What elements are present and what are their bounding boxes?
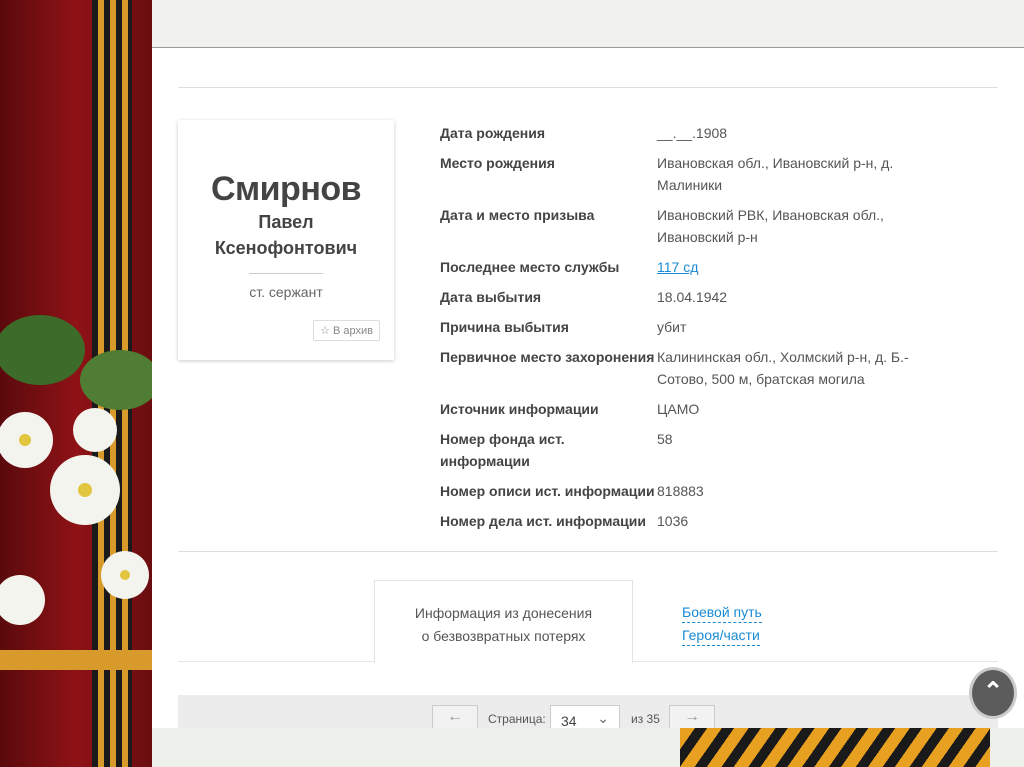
tab-combat-path[interactable]: Боевой путь Героя/части bbox=[682, 601, 762, 647]
star-icon: ☆ bbox=[320, 325, 330, 337]
detail-label: Номер дела ист. информации bbox=[440, 513, 646, 529]
detail-label: Дата выбытия bbox=[440, 289, 542, 305]
detail-row: Источник информации ЦАМО bbox=[440, 398, 960, 420]
detail-label: Последнее место службы bbox=[440, 259, 620, 275]
detail-value: 117 сд bbox=[657, 256, 960, 278]
detail-row: Номер дела ист. информации 1036 bbox=[440, 510, 960, 532]
flowers-image bbox=[0, 315, 152, 670]
detail-row: Первичное место захоронения Калининская о… bbox=[440, 346, 960, 390]
scroll-to-top-button[interactable]: ⌃ bbox=[969, 667, 1017, 719]
top-bar bbox=[152, 0, 1024, 48]
archive-button-label: В архив bbox=[333, 325, 373, 337]
details-list: Дата рождения __.__.1908 Место рождения Ива… bbox=[440, 122, 960, 540]
detail-label: Дата и место призыва bbox=[440, 207, 595, 223]
rank: ст. сержант bbox=[249, 284, 323, 300]
detail-value: 18.04.1942 bbox=[657, 289, 728, 305]
divider bbox=[178, 87, 998, 88]
page-select[interactable]: 34 ⌄ bbox=[550, 705, 620, 729]
decorative-background bbox=[0, 0, 152, 767]
patronymic: Ксенофонтович bbox=[214, 238, 358, 258]
detail-row: Дата рождения __.__.1908 bbox=[440, 122, 960, 144]
detail-row: Дата и место призыва Ивановский РВК, Иван… bbox=[440, 204, 960, 248]
detail-row: Последнее место службы 117 сд bbox=[440, 256, 960, 278]
surname: Смирнов bbox=[210, 170, 362, 208]
detail-value: 58 bbox=[657, 431, 673, 447]
chevron-down-icon: ⌄ bbox=[597, 710, 609, 726]
tabs: Информация из донесения о безвозвратных … bbox=[178, 580, 998, 663]
pagination: ← Страница: 34 ⌄ из 35 → bbox=[178, 695, 998, 729]
page-current: 34 bbox=[561, 713, 577, 729]
detail-label: Номер описи ист. информации bbox=[440, 483, 655, 499]
detail-value: Ивановская обл., Ивановский р-н, д. Мали… bbox=[657, 155, 894, 193]
detail-value: __.__.1908 bbox=[657, 125, 728, 141]
detail-label: Источник информации bbox=[440, 401, 599, 417]
tab-loss-report[interactable]: Информация из донесения о безвозвратных … bbox=[374, 580, 633, 663]
detail-label: Дата рождения bbox=[440, 125, 546, 141]
detail-label: Первичное место захоронения bbox=[440, 349, 655, 365]
st-george-ribbon-image bbox=[680, 728, 990, 767]
page-total: из 35 bbox=[631, 712, 660, 726]
page-label: Страница: bbox=[488, 712, 546, 726]
detail-row: Причина выбытия убит bbox=[440, 316, 960, 338]
prev-page-button[interactable]: ← bbox=[432, 705, 478, 728]
first-name: Павел bbox=[258, 212, 314, 232]
divider bbox=[178, 551, 998, 552]
detail-value: ЦАМО bbox=[657, 401, 700, 417]
detail-row: Номер описи ист. информации 818883 bbox=[440, 480, 960, 502]
archive-button[interactable]: ☆ В архив bbox=[313, 320, 380, 341]
unit-link[interactable]: 117 сд bbox=[657, 259, 698, 275]
tab-link-label[interactable]: Боевой путь bbox=[682, 602, 762, 623]
chevron-up-icon: ⌃ bbox=[982, 678, 1004, 705]
detail-value: Калининская обл., Холмский р-н, д. Б.-Со… bbox=[657, 349, 909, 387]
detail-row: Номер фонда ист. информации 58 bbox=[440, 428, 960, 472]
detail-value: Ивановский РВК, Ивановская обл., Ивановс… bbox=[657, 207, 884, 245]
detail-row: Дата выбытия 18.04.1942 bbox=[440, 286, 960, 308]
detail-value: 818883 bbox=[657, 483, 704, 499]
separator bbox=[249, 273, 323, 274]
detail-value: 1036 bbox=[657, 513, 689, 529]
detail-label: Причина выбытия bbox=[440, 319, 569, 335]
detail-row: Место рождения Ивановская обл., Ивановски… bbox=[440, 152, 960, 196]
detail-label: Место рождения bbox=[440, 155, 555, 171]
detail-value: убит bbox=[657, 319, 687, 335]
tab-label: Информация из донесения bbox=[414, 605, 593, 621]
next-page-button[interactable]: → bbox=[669, 705, 715, 728]
detail-label: Номер фонда ист. информации bbox=[440, 431, 565, 469]
tab-link-label[interactable]: Героя/части bbox=[682, 625, 760, 646]
tab-label: о безвозвратных потерях bbox=[421, 628, 586, 644]
person-card: Смирнов Павел Ксенофонтович ст. сержант … bbox=[178, 120, 394, 360]
